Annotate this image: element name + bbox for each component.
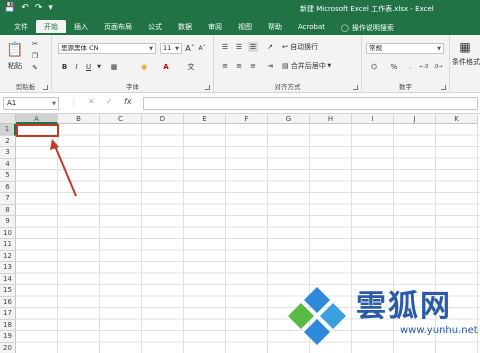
number-group: 常规 ▼ ⌬ % , ←.0 .0→ 数字 xyxy=(362,35,450,93)
cut-icon[interactable]: ✂ xyxy=(30,39,40,49)
align-right-icon[interactable]: ≡ xyxy=(248,61,258,71)
orientation-icon[interactable]: ↗ xyxy=(264,42,276,52)
name-box-value: A1 xyxy=(7,99,17,107)
conditional-format-icon[interactable]: ▦ xyxy=(456,39,474,55)
undo-icon[interactable]: ↶ xyxy=(21,3,29,14)
font-name-combo[interactable]: 思源黑体 CN ▼ xyxy=(58,43,156,54)
font-color-icon[interactable]: A xyxy=(160,61,172,72)
clipboard-launcher-icon[interactable] xyxy=(43,85,48,90)
chevron-down-icon: ▼ xyxy=(175,46,179,52)
border-icon[interactable]: ▦ xyxy=(108,61,120,72)
italic-button[interactable]: I xyxy=(72,61,81,72)
watermark-url: www.yunhu.net xyxy=(400,325,478,336)
align-top-icon[interactable]: ☰ xyxy=(220,42,230,52)
tab-data[interactable]: 数据 xyxy=(170,20,200,35)
font-name-value: 思源黑体 CN xyxy=(61,44,99,52)
number-launcher-icon[interactable] xyxy=(441,85,446,90)
indent-icon[interactable]: ⇥ xyxy=(264,61,276,71)
number-format-value: 常规 xyxy=(369,44,382,52)
window-title: 新建 Microsoft Excel 工作表.xlsx - Excel xyxy=(300,5,434,13)
formula-input[interactable] xyxy=(143,97,478,110)
watermark: 雲狐网 www.yunhu.net xyxy=(282,275,480,353)
tab-help[interactable]: 帮助 xyxy=(260,20,290,35)
watermark-text: 雲狐网 xyxy=(356,289,452,324)
decrease-font-icon[interactable]: Aˇ xyxy=(197,43,207,54)
enter-icon[interactable]: ✓ xyxy=(106,97,113,106)
cancel-icon[interactable]: ✕ xyxy=(88,97,95,106)
increase-decimal-icon[interactable]: ←.0 xyxy=(418,61,430,72)
tab-file[interactable]: 文件 xyxy=(6,20,36,35)
increase-font-icon[interactable]: Aˆ xyxy=(185,43,195,54)
merge-center-button[interactable]: ▤ 合并后居中 ▼ xyxy=(282,61,358,71)
tell-me-label: 操作说明搜索 xyxy=(351,23,394,32)
copy-icon[interactable]: ❐ xyxy=(30,51,40,61)
fill-color-icon[interactable]: ◉ xyxy=(138,61,150,72)
align-center-icon[interactable]: ≡ xyxy=(234,61,244,71)
phonetic-icon[interactable]: 文 xyxy=(185,61,197,72)
paste-button[interactable]: 粘贴 xyxy=(4,61,26,70)
tab-view[interactable]: 视图 xyxy=(230,20,260,35)
save-icon[interactable]: 💾 xyxy=(4,3,15,14)
tell-me-search[interactable]: ◯ 操作说明搜索 xyxy=(333,20,402,35)
merge-center-label: 合并后居中 xyxy=(290,62,326,70)
chevron-down-icon: ▼ xyxy=(149,46,153,52)
tab-formulas[interactable]: 公式 xyxy=(140,20,170,35)
alignment-group: ☰ ☰ ☰ ↗ ↩ 自动换行 ≡ ≡ ≡ ⇥ ▤ 合并后居中 ▼ 对齐方式 xyxy=(214,35,362,93)
lightbulb-icon: ◯ xyxy=(341,23,349,32)
align-left-icon[interactable]: ≡ xyxy=(220,61,230,71)
align-middle-icon[interactable]: ☰ xyxy=(234,42,244,52)
watermark-logo-icon xyxy=(288,287,346,345)
comma-style-icon[interactable]: , xyxy=(404,61,416,72)
tab-insert[interactable]: 插入 xyxy=(66,20,96,35)
chevron-down-icon: ▼ xyxy=(52,101,56,107)
chevron-down-icon[interactable]: ▼ xyxy=(96,61,102,72)
name-box[interactable]: A1 ▼ xyxy=(3,97,59,110)
wrap-text-button[interactable]: ↩ 自动换行 xyxy=(282,42,354,52)
wrap-text-icon: ↩ xyxy=(282,43,291,51)
clipboard-group: 📋 粘贴 ✂ ❐ ✎ 剪贴板 xyxy=(0,35,52,93)
font-group: 思源黑体 CN ▼ 11 ▼ Aˆ Aˇ B I U ▼ ▦ ◉ A 文 字体 xyxy=(52,35,214,93)
merge-icon: ▤ xyxy=(282,62,291,70)
conditional-format-button[interactable]: 条件格式 xyxy=(452,57,480,67)
tab-review[interactable]: 审阅 xyxy=(200,20,230,35)
decrease-decimal-icon[interactable]: .0→ xyxy=(432,61,444,72)
quick-access-toolbar: 💾 ↶ ↷ ▾ xyxy=(4,3,53,14)
chevron-down-icon: ▼ xyxy=(437,46,441,52)
underline-button[interactable]: U xyxy=(84,61,93,72)
wrap-text-label: 自动换行 xyxy=(290,43,319,51)
alignment-launcher-icon[interactable] xyxy=(353,85,358,90)
bold-button[interactable]: B xyxy=(60,61,69,72)
tab-page-layout[interactable]: 页面布局 xyxy=(96,20,140,35)
formula-bar: A1 ▼ ⋮ ✕ ✓ fx xyxy=(0,93,480,114)
ribbon-tabs: 文件 开始 插入 页面布局 公式 数据 审阅 视图 帮助 Acrobat ◯ 操… xyxy=(0,18,480,35)
font-size-combo[interactable]: 11 ▼ xyxy=(160,43,182,54)
format-painter-icon[interactable]: ✎ xyxy=(30,63,40,73)
customize-qat-icon[interactable]: ▾ xyxy=(48,3,53,14)
percent-button[interactable]: % xyxy=(388,61,400,72)
chevron-down-icon: ▼ xyxy=(325,63,332,69)
tab-home[interactable]: 开始 xyxy=(36,20,66,35)
redo-icon[interactable]: ↷ xyxy=(35,3,43,14)
align-bottom-icon[interactable]: ☰ xyxy=(248,42,258,52)
number-label: 数字 xyxy=(399,83,412,91)
ribbon-home: 📋 粘贴 ✂ ❐ ✎ 剪贴板 思源黑体 CN ▼ 11 ▼ Aˆ Aˇ B I … xyxy=(0,35,480,93)
paste-icon[interactable]: 📋 xyxy=(6,41,24,59)
tab-acrobat[interactable]: Acrobat xyxy=(290,20,333,35)
accounting-icon[interactable]: ⌬ xyxy=(366,61,382,72)
font-size-value: 11 xyxy=(163,44,172,52)
font-launcher-icon[interactable] xyxy=(205,85,210,90)
insert-function-icon[interactable]: fx xyxy=(124,97,132,106)
number-format-combo[interactable]: 常规 ▼ xyxy=(366,43,444,54)
styles-group: ▦ 条件格式 xyxy=(450,35,480,93)
title-bar: 💾 ↶ ↷ ▾ 新建 Microsoft Excel 工作表.xlsx - Ex… xyxy=(0,0,480,18)
font-label: 字体 xyxy=(126,83,139,91)
more-options-icon: ⋮ xyxy=(70,97,78,106)
alignment-label: 对齐方式 xyxy=(274,83,301,91)
